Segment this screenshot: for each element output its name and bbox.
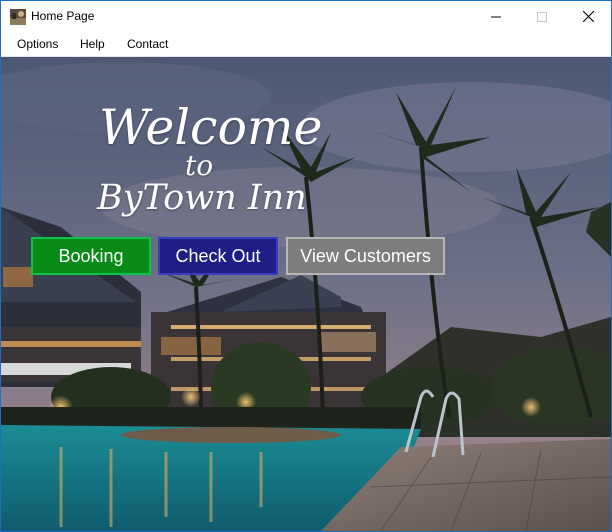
- hero-area: Welcome to ByTown Inn Booking Check Out …: [1, 57, 611, 531]
- hero-inn-name: ByTown Inn: [97, 178, 307, 218]
- maximize-icon: [537, 11, 547, 22]
- menu-help[interactable]: Help: [80, 37, 105, 51]
- menu-bar: Options Help Contact: [1, 32, 611, 57]
- close-icon: [582, 11, 594, 22]
- menu-options[interactable]: Options: [17, 37, 58, 51]
- window-title: Home Page: [31, 9, 95, 23]
- app-icon: [10, 9, 26, 25]
- booking-button[interactable]: Booking: [31, 237, 151, 275]
- menu-contact[interactable]: Contact: [127, 37, 168, 51]
- maximize-button[interactable]: [519, 1, 565, 32]
- title-bar: Home Page: [1, 1, 611, 32]
- check-out-button[interactable]: Check Out: [158, 237, 278, 275]
- view-customers-button[interactable]: View Customers: [286, 237, 445, 275]
- hero-welcome: Welcome: [99, 99, 323, 156]
- app-window: Home Page Options Help Contact Welcome t…: [0, 0, 612, 532]
- close-button[interactable]: [565, 1, 611, 32]
- minimize-button[interactable]: [473, 1, 519, 32]
- minimize-icon: [491, 16, 501, 17]
